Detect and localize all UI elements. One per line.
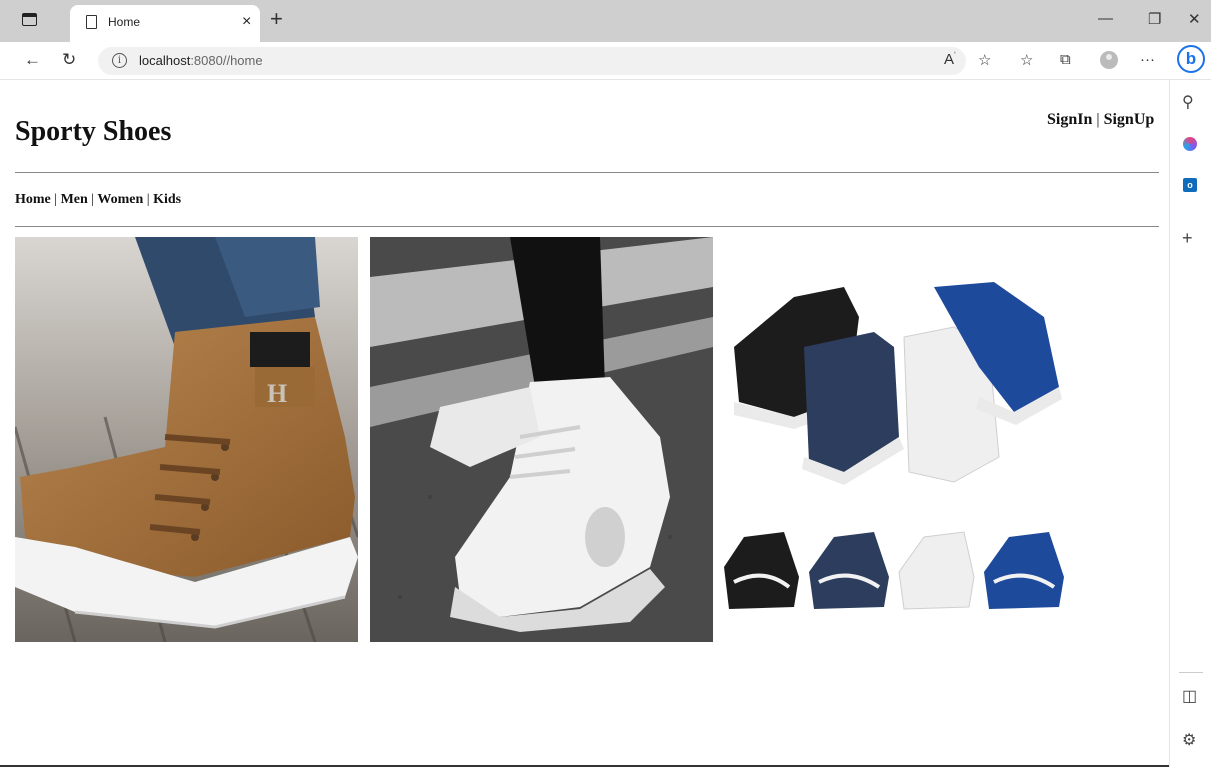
bing-copilot-icon[interactable]: b (1177, 45, 1205, 73)
url-host: localhost (139, 53, 191, 68)
separator: | (1096, 111, 1100, 128)
signup-link[interactable]: SignUp (1104, 111, 1155, 128)
nav-women-link[interactable]: Women (97, 192, 143, 207)
page-icon (86, 15, 97, 29)
tab-bar: Home × + — ❐ ✕ (0, 0, 1211, 42)
nav-kids-link[interactable]: Kids (153, 192, 181, 207)
separator: | (146, 192, 150, 207)
search-icon[interactable]: ⚲ (1182, 92, 1194, 112)
back-icon[interactable]: ← (24, 50, 41, 70)
svg-text:H: H (267, 379, 287, 408)
signin-link[interactable]: SignIn (1047, 111, 1092, 128)
site-info-icon[interactable]: i (112, 53, 127, 68)
divider (15, 172, 1159, 173)
url-path: :8080//home (190, 53, 263, 68)
site-title: Sporty Shoes (15, 116, 172, 147)
outlook-icon[interactable]: o (1183, 178, 1197, 192)
more-icon[interactable]: ··· (1140, 51, 1155, 68)
edge-sidebar: ⚲ o + ◫ ⚙ (1169, 80, 1211, 767)
men-shoe-image: H (15, 237, 358, 642)
separator: | (91, 192, 95, 207)
favorite-add-icon[interactable]: ☆ (978, 51, 991, 69)
close-window-icon[interactable]: ✕ (1188, 10, 1201, 28)
browser-toolbar: ← ↻ i localhost:8080//home Aʼ ☆ ☆ ⧉ ··· (0, 42, 1211, 80)
divider (15, 226, 1159, 227)
restore-icon[interactable]: ❐ (1148, 10, 1161, 28)
profile-avatar-icon[interactable] (1100, 51, 1118, 69)
auth-links: SignIn | SignUp (1047, 111, 1154, 129)
favorites-icon[interactable]: ☆ (1020, 51, 1033, 69)
tab-home[interactable]: Home × (70, 5, 260, 42)
settings-gear-icon[interactable]: ⚙ (1182, 730, 1196, 750)
collections-icon[interactable]: ⧉ (1060, 51, 1071, 68)
address-bar[interactable]: i localhost:8080//home (98, 47, 966, 75)
new-tab-icon[interactable]: + (270, 6, 283, 32)
close-tab-icon[interactable]: × (242, 13, 251, 31)
minimize-icon[interactable]: — (1098, 10, 1113, 27)
women-shoe-image (370, 237, 713, 642)
reload-icon[interactable]: ↻ (62, 50, 76, 70)
nav-men-link[interactable]: Men (61, 192, 88, 207)
copilot-icon[interactable] (1183, 137, 1197, 151)
separator: | (54, 192, 58, 207)
tab-title: Home (108, 15, 141, 29)
read-aloud-icon[interactable]: Aʼ (944, 51, 956, 68)
split-screen-icon[interactable]: ◫ (1182, 686, 1197, 706)
tab-actions-icon[interactable] (22, 13, 37, 26)
nav-home-link[interactable]: Home (15, 192, 51, 207)
main-nav: Home | Men | Women | Kids (15, 192, 181, 208)
web-page: Sporty Shoes SignIn | SignUp Home | Men … (0, 80, 1169, 767)
url-text: localhost:8080//home (139, 53, 263, 68)
add-icon[interactable]: + (1182, 228, 1193, 249)
kids-shoe-image (724, 237, 1067, 642)
sidebar-divider (1179, 672, 1203, 673)
